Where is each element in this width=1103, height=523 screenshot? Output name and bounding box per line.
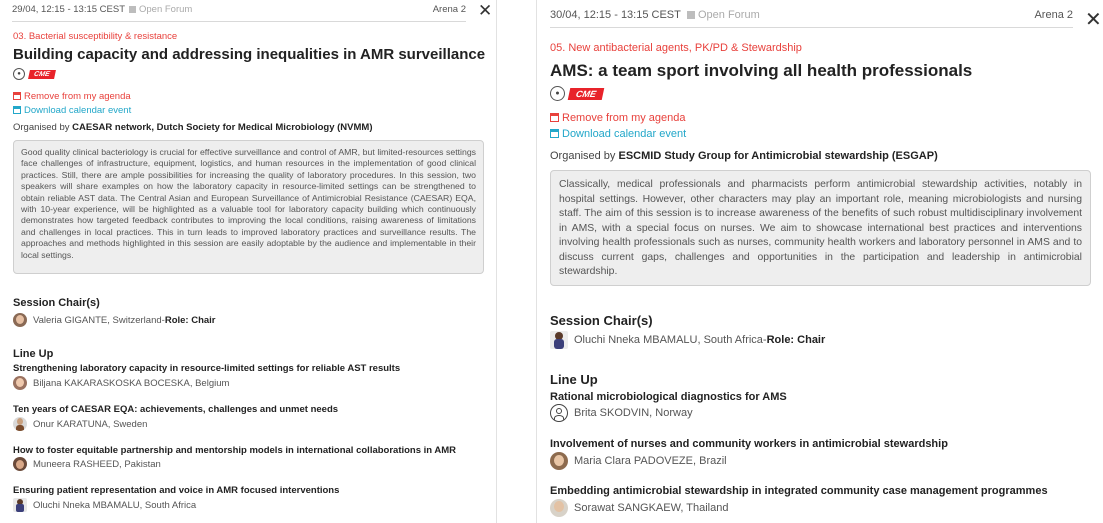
- cme-row: ● CME: [550, 86, 605, 101]
- remove-from-agenda-link[interactable]: Remove from my agenda: [550, 112, 686, 124]
- speaker-row[interactable]: Onur KARATUNA, Sweden: [13, 417, 147, 431]
- organiser-line: Organised by ESCMID Study Group for Anti…: [550, 150, 938, 162]
- remove-from-agenda-link[interactable]: Remove from my agenda: [13, 91, 131, 102]
- session-title: Building capacity and addressing inequal…: [13, 46, 486, 63]
- forum-label: Open Forum: [698, 9, 760, 21]
- session-header-bar: 29/04, 12:15 - 13:15 CEST Open Forum Are…: [12, 0, 466, 22]
- forum-square-icon: [129, 5, 136, 13]
- session-category: 03. Bacterial susceptibility & resistanc…: [13, 31, 178, 42]
- download-label: Download calendar event: [24, 105, 132, 116]
- chair-name: Oluchi Nneka MBAMALU, South Africa: [574, 334, 763, 346]
- avatar: [550, 452, 568, 470]
- session-header-bar: 30/04, 12:15 - 13:15 CEST Open Forum Are…: [550, 0, 1073, 28]
- talk-title[interactable]: Strengthening laboratory capacity in res…: [13, 363, 400, 374]
- speaker-name: Muneera RASHEED, Pakistan: [33, 458, 161, 470]
- organiser-name: ESCMID Study Group for Antimicrobial ste…: [618, 150, 938, 162]
- speaker-row[interactable]: Maria Clara PADOVEZE, Brazil: [550, 452, 727, 470]
- speaker-name: Oluchi Nneka MBAMALU, South Africa: [33, 499, 197, 511]
- chair-row[interactable]: Oluchi Nneka MBAMALU, South Africa - Rol…: [550, 331, 825, 349]
- organised-by-label: Organised by: [550, 150, 616, 162]
- chair-name: Valeria GIGANTE, Switzerland: [33, 314, 162, 326]
- download-calendar-link[interactable]: Download calendar event: [13, 105, 131, 116]
- avatar: [13, 498, 27, 512]
- session-arena: Arena 2: [432, 4, 466, 15]
- avatar: [550, 499, 568, 517]
- session-forum: Open Forum: [687, 9, 760, 21]
- download-calendar-link[interactable]: Download calendar event: [550, 128, 686, 140]
- talk-title[interactable]: How to foster equitable partnership and …: [13, 445, 456, 456]
- session-datetime: 29/04, 12:15 - 13:15 CEST: [12, 4, 126, 15]
- session-category: 05. New antibacterial agents, PK/PD & St…: [550, 42, 802, 54]
- avatar: [13, 417, 27, 431]
- calendar-icon: [550, 113, 559, 122]
- talk-title[interactable]: Ensuring patient representation and voic…: [13, 485, 339, 496]
- avatar: [13, 457, 27, 471]
- chair-role: Role: Chair: [766, 334, 826, 346]
- speaker-row[interactable]: Oluchi Nneka MBAMALU, South Africa: [13, 498, 196, 512]
- speaker-row[interactable]: Brita SKODVIN, Norway: [550, 404, 693, 422]
- download-label: Download calendar event: [562, 128, 687, 140]
- recording-icon: ●: [13, 68, 25, 80]
- cme-badge: CME: [567, 87, 605, 100]
- calendar-icon: [13, 92, 21, 100]
- calendar-icon: [550, 129, 559, 138]
- speaker-row[interactable]: Biljana KAKARASKOSKA BOCESKA, Belgium: [13, 376, 229, 390]
- session-chairs-heading: Session Chair(s): [13, 297, 100, 309]
- avatar: [550, 331, 568, 349]
- user-placeholder-icon: [550, 404, 568, 422]
- organised-by-label: Organised by: [13, 122, 70, 133]
- session-arena: Arena 2: [1034, 9, 1073, 21]
- cme-row: ● CME: [13, 68, 56, 80]
- talk-title[interactable]: Rational microbiological diagnostics for…: [550, 391, 787, 403]
- close-icon[interactable]: ✕: [1085, 9, 1102, 29]
- avatar: [13, 313, 27, 327]
- talk-title[interactable]: Involvement of nurses and community work…: [550, 438, 948, 450]
- session-abstract: Good quality clinical bacteriology is cr…: [13, 140, 484, 274]
- session-datetime: 30/04, 12:15 - 13:15 CEST: [550, 9, 681, 21]
- session-chairs-heading: Session Chair(s): [550, 313, 653, 328]
- session-panel-left: 29/04, 12:15 - 13:15 CEST Open Forum Are…: [0, 0, 497, 523]
- speaker-name: Onur KARATUNA, Sweden: [33, 418, 148, 430]
- forum-square-icon: [687, 11, 695, 20]
- close-icon[interactable]: ✕: [478, 3, 492, 20]
- session-panel-right: 30/04, 12:15 - 13:15 CEST Open Forum Are…: [536, 0, 1103, 523]
- session-abstract: Classically, medical professionals and p…: [550, 170, 1091, 286]
- session-title: AMS: a team sport involving all health p…: [550, 61, 973, 80]
- speaker-name: Sorawat SANGKAEW, Thailand: [574, 502, 729, 514]
- forum-label: Open Forum: [139, 4, 193, 15]
- organiser-name: CAESAR network, Dutch Society for Medica…: [72, 122, 373, 133]
- session-forum: Open Forum: [129, 4, 192, 15]
- chair-role: Role: Chair: [164, 314, 216, 326]
- calendar-icon: [13, 106, 21, 114]
- speaker-row[interactable]: Sorawat SANGKAEW, Thailand: [550, 499, 728, 517]
- remove-label: Remove from my agenda: [562, 112, 686, 124]
- lineup-heading: Line Up: [550, 372, 598, 387]
- remove-label: Remove from my agenda: [24, 91, 131, 102]
- speaker-row[interactable]: Muneera RASHEED, Pakistan: [13, 457, 161, 471]
- speaker-name: Brita SKODVIN, Norway: [574, 407, 693, 419]
- talk-title[interactable]: Ten years of CAESAR EQA: achievements, c…: [13, 404, 338, 415]
- speaker-name: Biljana KAKARASKOSKA BOCESKA, Belgium: [33, 377, 230, 389]
- cme-badge: CME: [28, 69, 56, 79]
- avatar: [13, 376, 27, 390]
- chair-row[interactable]: Valeria GIGANTE, Switzerland - Role: Cha…: [13, 313, 216, 327]
- recording-icon: ●: [550, 86, 565, 101]
- speaker-name: Maria Clara PADOVEZE, Brazil: [574, 455, 727, 467]
- lineup-heading: Line Up: [13, 348, 54, 360]
- talk-title[interactable]: Embedding antimicrobial stewardship in i…: [550, 485, 1048, 497]
- organiser-line: Organised by CAESAR network, Dutch Socie…: [13, 122, 373, 133]
